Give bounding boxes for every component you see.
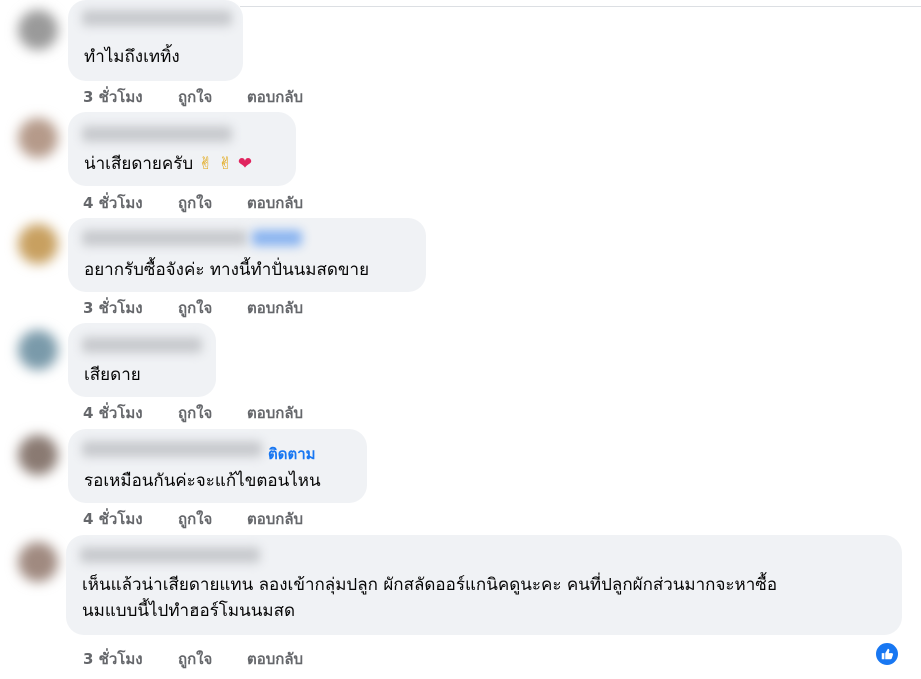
author-name-blurred[interactable] <box>82 441 262 457</box>
comment-text-line-1: เห็นแล้วน่าเสียดายแทน ลองเข้ากลุ่มปลูก ผ… <box>82 575 778 595</box>
comment-text-line-2: นมแบบนี้ไปทำฮอร์โมนนมสด <box>82 601 295 621</box>
timestamp[interactable]: 3 ชั่วโมง <box>83 85 143 109</box>
top-divider <box>240 6 921 7</box>
thumbs-up-icon[interactable] <box>874 641 900 667</box>
like-link[interactable]: ถูกใจ <box>178 401 212 425</box>
author-name-blurred[interactable] <box>82 10 232 26</box>
like-link[interactable]: ถูกใจ <box>178 507 212 531</box>
victory-hand-icon: ✌ <box>198 154 213 174</box>
comment-bubble: เห็นแล้วน่าเสียดายแทน ลองเข้ากลุ่มปลูก ผ… <box>66 535 902 635</box>
timestamp[interactable]: 4 ชั่วโมง <box>83 507 143 531</box>
red-heart-icon: ❤ <box>237 154 253 174</box>
avatar[interactable] <box>18 542 58 582</box>
comment-text: รอเหมือนกันค่ะจะแก้ไขตอนไหน <box>84 471 321 491</box>
comment-text: ทำไมถึงเททิ้ง <box>84 47 180 67</box>
like-link[interactable]: ถูกใจ <box>178 296 212 320</box>
timestamp[interactable]: 4 ชั่วโมง <box>83 191 143 215</box>
timestamp[interactable]: 4 ชั่วโมง <box>83 401 143 425</box>
follow-blurred[interactable] <box>252 230 302 246</box>
comment-text-content: น่าเสียดายครับ <box>84 154 194 174</box>
avatar[interactable] <box>18 330 58 370</box>
thumbs-up-glyph <box>881 648 894 660</box>
timestamp[interactable]: 3 ชั่วโมง <box>83 647 143 671</box>
comment-text: น่าเสียดายครับ ✌ ✌ ❤ <box>84 152 252 176</box>
reply-link[interactable]: ตอบกลับ <box>247 85 303 109</box>
reply-link[interactable]: ตอบกลับ <box>247 647 303 671</box>
like-link[interactable]: ถูกใจ <box>178 647 212 671</box>
avatar[interactable] <box>18 10 58 50</box>
avatar[interactable] <box>18 118 58 158</box>
like-link[interactable]: ถูกใจ <box>178 85 212 109</box>
comment-bubble: เสียดาย <box>68 323 216 397</box>
author-name-blurred[interactable] <box>82 337 202 353</box>
comment-bubble: น่าเสียดายครับ ✌ ✌ ❤ <box>68 112 296 186</box>
like-link[interactable]: ถูกใจ <box>178 191 212 215</box>
comment-bubble: ติดตาม รอเหมือนกันค่ะจะแก้ไขตอนไหน <box>68 429 367 503</box>
author-name-blurred[interactable] <box>82 230 247 246</box>
comment-text: เสียดาย <box>84 365 141 385</box>
reply-link[interactable]: ตอบกลับ <box>247 507 303 531</box>
victory-hand-icon: ✌ <box>218 154 233 174</box>
reply-link[interactable]: ตอบกลับ <box>247 191 303 215</box>
avatar[interactable] <box>18 224 58 264</box>
timestamp[interactable]: 3 ชั่วโมง <box>83 296 143 320</box>
reply-link[interactable]: ตอบกลับ <box>247 401 303 425</box>
comment-bubble: อยากรับซื้อจังค่ะ ทางนี้ทำปั่นนมสดขาย <box>68 218 426 292</box>
comment-bubble: ทำไมถึงเททิ้ง <box>68 0 243 81</box>
reply-link[interactable]: ตอบกลับ <box>247 296 303 320</box>
comment-text: อยากรับซื้อจังค่ะ ทางนี้ทำปั่นนมสดขาย <box>84 260 370 280</box>
author-name-blurred[interactable] <box>80 547 260 563</box>
author-name-blurred[interactable] <box>82 126 232 142</box>
avatar[interactable] <box>18 435 58 475</box>
follow-link[interactable]: ติดตาม <box>268 442 316 466</box>
